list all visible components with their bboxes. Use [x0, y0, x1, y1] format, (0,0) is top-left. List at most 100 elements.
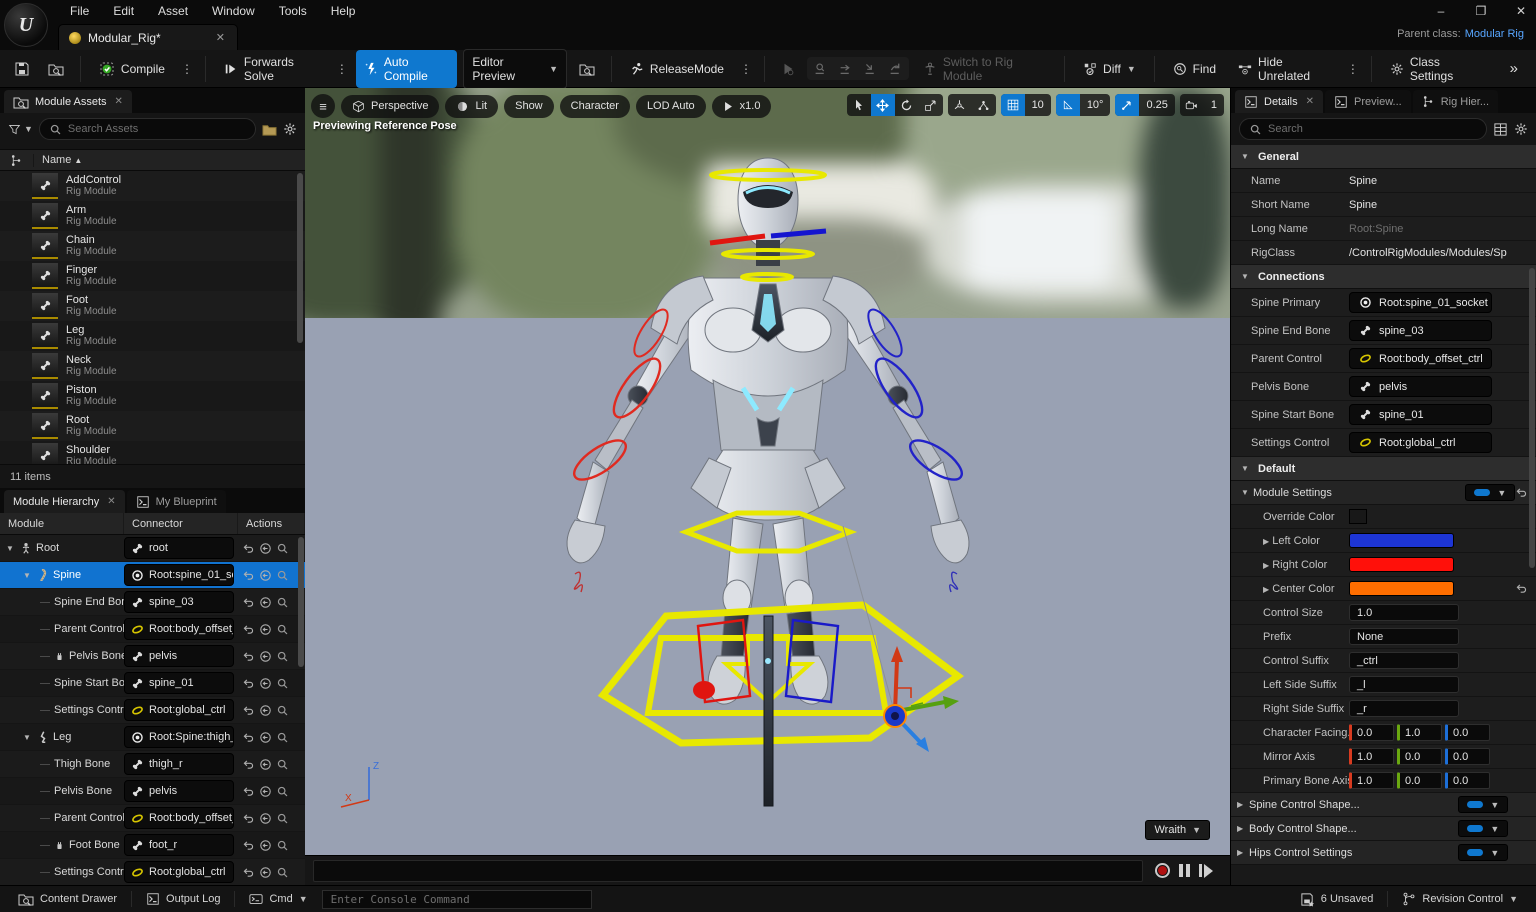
collapsed-section-body-control-shape-[interactable]: ▶ Body Control Shape... ▼ — [1231, 817, 1536, 841]
playback-speed-dropdown[interactable]: x1.0 — [712, 95, 772, 118]
connector-pill[interactable]: Root:body_offset_ctrl — [124, 618, 234, 640]
center-color-swatch[interactable] — [1349, 581, 1454, 596]
connector-pill[interactable]: Root:Spine:thigh_r_s — [124, 726, 234, 748]
reset-action-icon[interactable] — [259, 677, 272, 690]
menu-window[interactable]: Window — [200, 0, 267, 22]
connector-pill[interactable]: root — [124, 537, 234, 559]
connector-pill[interactable]: Root:global_ctrl — [124, 699, 234, 721]
left-color-swatch[interactable] — [1349, 533, 1454, 548]
forwards-solve-kebab[interactable]: ⋮ — [334, 58, 350, 80]
filter-button[interactable]: ▼ — [8, 123, 33, 136]
hierarchy-column-actions[interactable]: Actions — [238, 513, 305, 534]
connection-value-pill[interactable]: pelvis — [1349, 376, 1492, 397]
perspective-dropdown[interactable]: Perspective — [341, 95, 439, 118]
asset-item-neck[interactable]: Neck Rig Module — [0, 351, 305, 381]
tab-module-hierarchy[interactable]: Module Hierarchy ✕ — [4, 490, 125, 513]
reset-action-icon[interactable] — [259, 623, 272, 636]
module-settings-dropdown[interactable]: ▼ — [1465, 484, 1515, 501]
diff-dropdown[interactable]: Diff▼ — [1075, 57, 1144, 81]
search-action-icon[interactable] — [276, 866, 289, 879]
primary-bone-axis-axis-z[interactable]: 0.0 — [1445, 772, 1490, 789]
connection-value-pill[interactable]: Root:body_offset_ctrl — [1349, 348, 1492, 369]
reset-action-icon[interactable] — [259, 704, 272, 717]
find-button[interactable]: Find — [1165, 57, 1224, 81]
output-log-button[interactable]: Output Log — [136, 888, 230, 910]
search-action-icon[interactable] — [276, 758, 289, 771]
expander-icon[interactable]: ▼ — [6, 544, 16, 553]
hierarchy-scrollbar[interactable] — [298, 537, 304, 667]
tab-details[interactable]: Details ✕ — [1235, 90, 1323, 113]
undo-action-icon[interactable] — [242, 785, 255, 798]
pause-button[interactable] — [1179, 864, 1190, 877]
undo-action-icon[interactable] — [242, 623, 255, 636]
grid-snap-value[interactable]: 10 — [1025, 94, 1051, 116]
menu-tools[interactable]: Tools — [267, 0, 319, 22]
connector-pill[interactable]: spine_03 — [124, 591, 234, 613]
unsaved-assets-button[interactable]: 6 Unsaved — [1290, 888, 1384, 911]
asset-item-arm[interactable]: Arm Rig Module — [0, 201, 305, 231]
timeline-track[interactable] — [313, 860, 1143, 882]
tab-rig-hier-[interactable]: Rig Hier... — [1413, 90, 1498, 113]
hide-unrelated-kebab[interactable]: ⋮ — [1345, 58, 1361, 80]
primary-bone-axis-axis-x[interactable]: 1.0 — [1349, 772, 1394, 789]
reset-action-icon[interactable] — [259, 542, 272, 555]
search-action-icon[interactable] — [276, 731, 289, 744]
connection-value-pill[interactable]: Root:global_ctrl — [1349, 432, 1492, 453]
control-size-input[interactable]: 1.0 — [1349, 604, 1459, 621]
undo-action-icon[interactable] — [242, 677, 255, 690]
character-facing--axis-z[interactable]: 0.0 — [1445, 724, 1490, 741]
display-options-icon[interactable] — [1493, 122, 1508, 137]
tab-close-icon[interactable]: ✕ — [1306, 96, 1314, 107]
details-scrollbar[interactable] — [1529, 268, 1535, 568]
hierarchy-row-pelvis-bone[interactable]: Pelvis Bone pelvis — [0, 643, 305, 670]
tab-my-blueprint[interactable]: My Blueprint — [127, 490, 226, 513]
undo-action-icon[interactable] — [242, 569, 255, 582]
step-out-button[interactable] — [884, 59, 907, 78]
hierarchy-row-foot-bone[interactable]: Foot Bone foot_r — [0, 832, 305, 859]
hierarchy-row-settings-control[interactable]: Settings Control Root:global_ctrl — [0, 859, 305, 885]
scale-snap-toggle[interactable] — [1115, 94, 1139, 116]
mirror-axis-axis-y[interactable]: 0.0 — [1397, 748, 1442, 765]
undo-action-icon[interactable] — [242, 650, 255, 663]
character-preview[interactable] — [305, 88, 1230, 855]
module-settings-subheader[interactable]: ▼Module Settings ▼ — [1231, 481, 1536, 505]
name-column-header[interactable]: Name ▲ — [34, 154, 82, 166]
mirror-axis-axis-x[interactable]: 1.0 — [1349, 748, 1394, 765]
editor-preview-dropdown[interactable]: Editor Preview▼ — [463, 49, 567, 89]
hierarchy-row-pelvis-bone[interactable]: Pelvis Bone pelvis — [0, 778, 305, 805]
switch-to-rig-module-button[interactable]: Switch to Rig Module — [915, 50, 1054, 88]
asset-item-piston[interactable]: Piston Rig Module — [0, 381, 305, 411]
coordinate-system-button[interactable] — [948, 94, 972, 116]
asset-item-finger[interactable]: Finger Rig Module — [0, 261, 305, 291]
cmd-dropdown[interactable]: Cmd▼ — [239, 888, 317, 910]
hierarchy-row-parent-control[interactable]: Parent Control Root:body_offset_ctrl — [0, 805, 305, 832]
detail-value[interactable]: /ControlRigModules/Modules/Sp — [1349, 247, 1507, 259]
menu-asset[interactable]: Asset — [146, 0, 200, 22]
left-side-suffix-input[interactable]: _l — [1349, 676, 1459, 693]
right-color-swatch[interactable] — [1349, 557, 1454, 572]
expander-icon[interactable]: ▶ — [1263, 585, 1269, 594]
console-command-input[interactable]: Enter Console Command — [322, 890, 592, 909]
prefix-input[interactable]: None — [1349, 628, 1459, 645]
reset-action-icon[interactable] — [259, 839, 272, 852]
reset-action-icon[interactable] — [259, 758, 272, 771]
connector-pill[interactable]: Root:global_ctrl — [124, 861, 234, 883]
search-action-icon[interactable] — [276, 596, 289, 609]
3d-viewport[interactable]: ≡ Perspective Lit Show Character LOD Aut… — [305, 88, 1230, 855]
undo-icon[interactable] — [1515, 486, 1528, 499]
scale-snap-value[interactable]: 0.25 — [1139, 94, 1174, 116]
rotation-snap-toggle[interactable] — [1056, 94, 1080, 116]
character-dropdown[interactable]: Character — [560, 95, 630, 118]
compile-options-kebab[interactable]: ⋮ — [179, 58, 195, 80]
reset-action-icon[interactable] — [259, 785, 272, 798]
detail-value[interactable]: Spine — [1349, 175, 1377, 187]
asset-item-foot[interactable]: Foot Rig Module — [0, 291, 305, 321]
section-dropdown[interactable]: ▼ — [1458, 844, 1508, 861]
expander-icon[interactable]: ▶ — [1263, 537, 1269, 546]
scale-tool-button[interactable] — [919, 94, 943, 116]
search-action-icon[interactable] — [276, 677, 289, 690]
search-action-icon[interactable] — [276, 704, 289, 717]
hierarchy-column-connector[interactable]: Connector — [124, 513, 238, 534]
rotation-snap-value[interactable]: 10° — [1080, 94, 1111, 116]
search-action-icon[interactable] — [276, 569, 289, 582]
